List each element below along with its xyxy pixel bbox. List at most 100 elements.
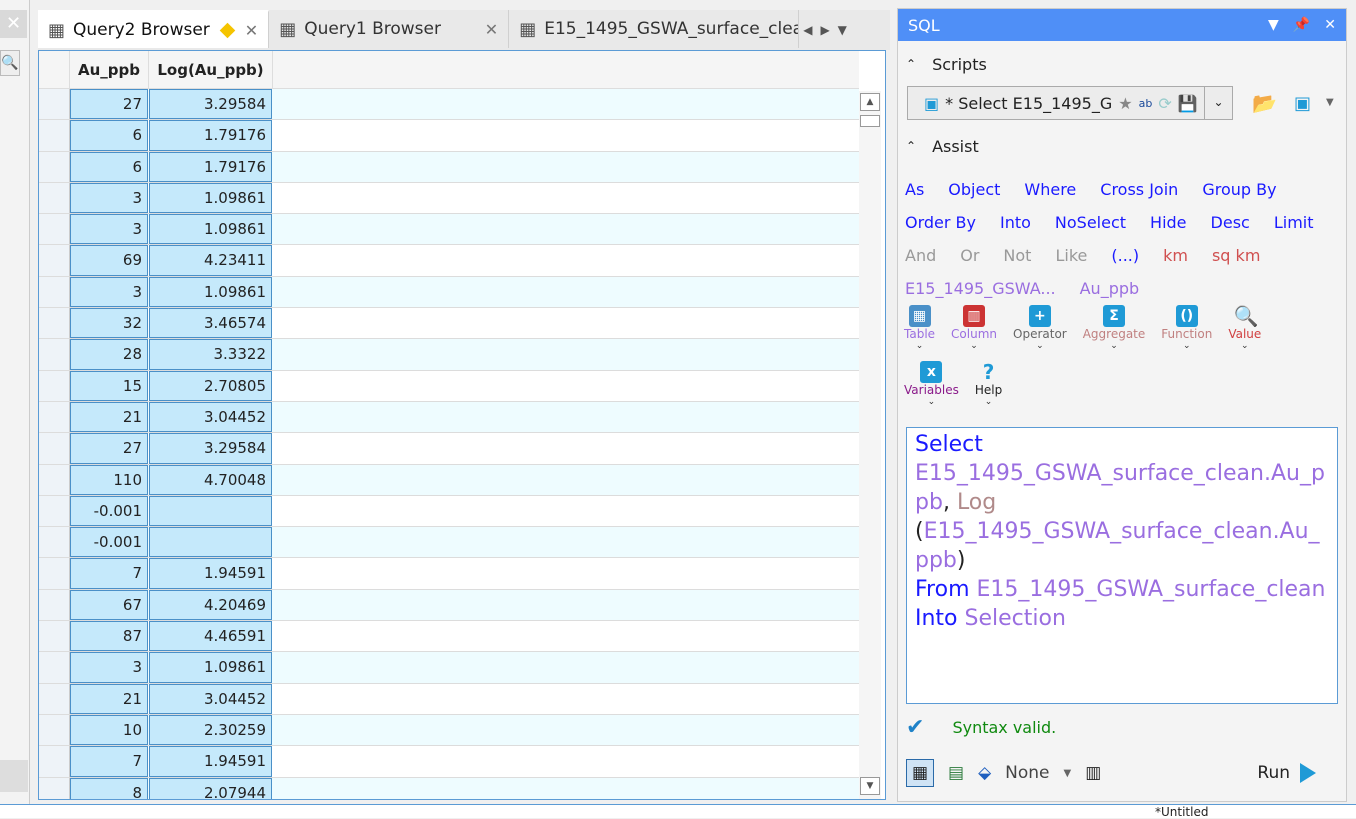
assist-keyword[interactable]: Into (1000, 213, 1031, 232)
tool-operator-button[interactable]: + Operator ⌄ (1013, 305, 1067, 351)
scroll-tabs-right-icon[interactable]: ▶ (820, 23, 829, 37)
row-header[interactable] (39, 683, 70, 714)
search-icon[interactable]: 🔍 (0, 50, 20, 76)
assist-keyword[interactable]: As (905, 180, 924, 199)
assist-unit[interactable]: km (1163, 246, 1188, 265)
new-script-database-icon[interactable]: ▣ (1294, 93, 1311, 114)
rename-icon[interactable]: ab (1139, 97, 1153, 110)
run-button[interactable]: Run (1257, 763, 1316, 783)
row-header[interactable] (39, 151, 70, 182)
tab-query1-browser[interactable]: ▦ Query1 Browser ✕ (269, 10, 510, 48)
row-header[interactable] (39, 308, 70, 339)
tool-function-button[interactable]: () Function ⌄ (1161, 305, 1212, 351)
tool-aggregate-button[interactable]: Σ Aggregate ⌄ (1083, 305, 1145, 351)
cell-au-ppb[interactable]: 27 (70, 433, 148, 464)
cell-log-au-ppb[interactable] (149, 527, 272, 558)
cell-au-ppb[interactable]: 7 (70, 746, 148, 777)
cell-au-ppb[interactable]: 7 (70, 558, 148, 589)
cell-au-ppb[interactable]: -0.001 (70, 527, 148, 558)
cell-log-au-ppb[interactable]: 3.46574 (149, 308, 272, 339)
row-header[interactable] (39, 370, 70, 401)
column-header-log-au-ppb[interactable]: Log(Au_ppb) (149, 51, 273, 88)
tool-value-button[interactable]: 🔍 Value ⌄ (1228, 305, 1261, 351)
favorite-star-icon[interactable]: ★ (1118, 94, 1132, 113)
tool-help-button[interactable]: ? Help ⌄ (975, 361, 1002, 407)
cell-log-au-ppb[interactable]: 4.23411 (149, 245, 272, 276)
assist-field[interactable]: Au_ppb (1080, 279, 1140, 298)
cell-log-au-ppb[interactable]: 4.20469 (149, 589, 272, 621)
scroll-down-icon[interactable]: ▼ (860, 777, 880, 795)
cell-au-ppb[interactable]: 21 (70, 683, 148, 714)
row-header[interactable] (39, 182, 70, 214)
cell-log-au-ppb[interactable]: 4.46591 (149, 621, 272, 652)
map-output-icon[interactable]: ▤ (948, 763, 964, 783)
cell-log-au-ppb[interactable]: 1.09861 (149, 214, 272, 245)
assist-keyword[interactable]: Order By (905, 213, 976, 232)
cell-au-ppb[interactable]: 15 (70, 370, 148, 401)
assist-keyword[interactable]: Where (1024, 180, 1076, 199)
assist-keyword[interactable]: NoSelect (1055, 213, 1126, 232)
cell-log-au-ppb[interactable]: 3.04452 (149, 683, 272, 714)
symbology-select[interactable]: None (1005, 763, 1049, 783)
cell-au-ppb[interactable]: 6 (70, 120, 148, 151)
cell-log-au-ppb[interactable]: 3.29584 (149, 433, 272, 464)
symbology-dropdown-icon[interactable]: ▼ (1064, 768, 1072, 779)
row-header[interactable] (39, 120, 70, 151)
assist-field[interactable]: E15_1495_GSWA... (905, 279, 1056, 298)
row-header[interactable] (39, 214, 70, 245)
assist-section-header[interactable]: ⌃ Assist (898, 131, 979, 161)
tool-column-button[interactable]: ▥ Column ⌄ (951, 305, 997, 351)
assist-keyword[interactable]: Hide (1150, 213, 1186, 232)
assist-parentheses[interactable]: (...) (1111, 246, 1139, 265)
cell-au-ppb[interactable]: 8 (70, 777, 148, 799)
row-header[interactable] (39, 276, 70, 308)
tool-variables-button[interactable]: x Variables ⌄ (904, 361, 959, 407)
cell-log-au-ppb[interactable]: 1.94591 (149, 746, 272, 777)
close-icon[interactable]: ✕ (0, 10, 27, 38)
cell-au-ppb[interactable]: 32 (70, 308, 148, 339)
query-options-icon[interactable]: ▥ (1085, 763, 1101, 783)
tab-list-dropdown-icon[interactable]: ▼ (838, 23, 847, 37)
save-icon[interactable]: 💾 (1178, 94, 1198, 113)
cell-au-ppb[interactable]: 21 (70, 401, 148, 433)
close-icon[interactable]: ✕ (1324, 17, 1336, 33)
cell-log-au-ppb[interactable]: 3.29584 (149, 89, 272, 120)
cell-log-au-ppb[interactable]: 1.94591 (149, 558, 272, 589)
sql-editor[interactable]: Select E15_1495_GSWA_surface_clean.Au_ppb… (906, 427, 1338, 704)
cell-log-au-ppb[interactable]: 4.70048 (149, 464, 272, 495)
tool-table-button[interactable]: ▦ Table ⌄ (904, 305, 935, 351)
assist-unit[interactable]: sq km (1212, 246, 1260, 265)
column-header-au-ppb[interactable]: Au_ppb (70, 51, 149, 88)
cell-log-au-ppb[interactable]: 3.3322 (149, 339, 272, 370)
select-all-corner[interactable] (39, 51, 70, 88)
cell-au-ppb[interactable]: 69 (70, 245, 148, 276)
row-header[interactable] (39, 495, 70, 527)
cell-log-au-ppb[interactable]: 2.30259 (149, 714, 272, 746)
vertical-scrollbar[interactable]: ▲ ▼ (859, 91, 881, 799)
assist-keyword[interactable]: Group By (1202, 180, 1276, 199)
row-header[interactable] (39, 777, 70, 799)
row-header[interactable] (39, 746, 70, 777)
row-header[interactable] (39, 527, 70, 558)
tab-e15-table[interactable]: ▦ E15_1495_GSWA_surface_clea (509, 10, 800, 48)
assist-keyword[interactable]: Cross Join (1100, 180, 1178, 199)
row-header[interactable] (39, 401, 70, 433)
close-tab-icon[interactable]: ✕ (245, 21, 258, 40)
cell-log-au-ppb[interactable]: 1.09861 (149, 276, 272, 308)
scroll-tabs-left-icon[interactable]: ◀ (803, 23, 812, 37)
tab-query2-browser[interactable]: ▦ Query2 Browser ✕ (38, 10, 270, 48)
row-header[interactable] (39, 558, 70, 589)
row-header[interactable] (39, 621, 70, 652)
row-header[interactable] (39, 714, 70, 746)
row-header[interactable] (39, 245, 70, 276)
cell-log-au-ppb[interactable]: 3.04452 (149, 401, 272, 433)
assist-operator[interactable]: Or (960, 246, 979, 265)
new-script-dropdown-icon[interactable]: ▼ (1326, 97, 1334, 108)
symbology-icon[interactable]: ⬙ (978, 763, 991, 783)
row-header[interactable] (39, 589, 70, 621)
scripts-section-header[interactable]: ⌃ Scripts (898, 49, 1346, 79)
cell-log-au-ppb[interactable] (149, 495, 272, 527)
table-output-icon[interactable]: ▦ (906, 759, 934, 787)
assist-keyword[interactable]: Object (948, 180, 1000, 199)
pin-icon[interactable]: 📌 (1293, 17, 1310, 33)
